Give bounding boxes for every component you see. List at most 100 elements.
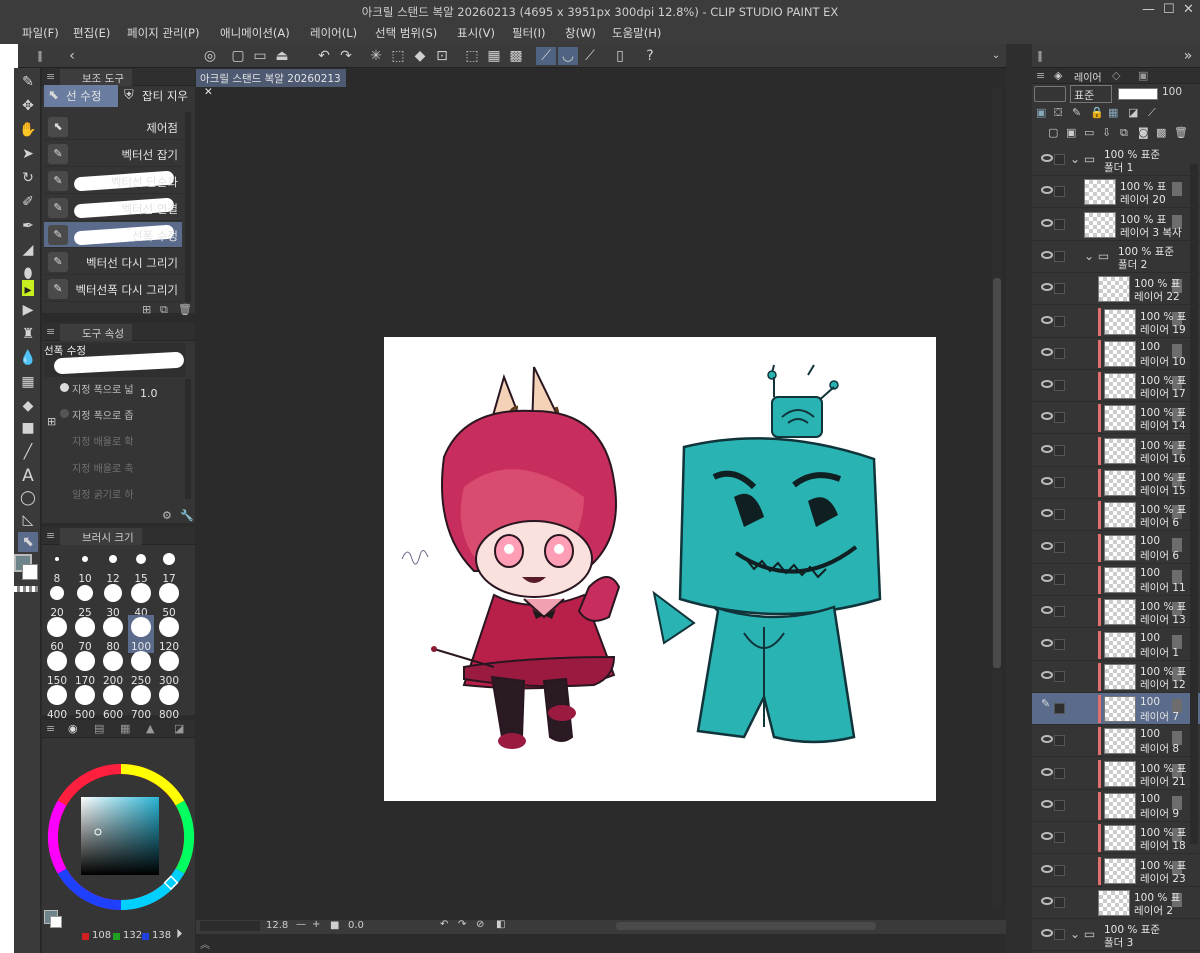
sub-tool-item[interactable]: ⬉ 제어점 [44, 114, 182, 140]
trash-icon[interactable]: 🗑 [178, 303, 192, 316]
eye-icon[interactable] [1041, 315, 1053, 324]
eye-icon[interactable] [1041, 444, 1053, 453]
layer-lock-toggle[interactable] [1054, 735, 1065, 747]
layer-row[interactable]: 100 % 표 레이어 2 [1032, 887, 1200, 919]
open-file-icon[interactable]: ▭ [250, 47, 270, 65]
close-icon[interactable]: ✕ [1183, 2, 1194, 17]
layer-lock-toggle[interactable] [1054, 896, 1065, 908]
operation-icon[interactable]: ➤ [18, 144, 38, 164]
color-slider-tab-icon[interactable]: ▤ [94, 722, 104, 735]
save-icon[interactable]: ⏏ [272, 47, 292, 65]
brush-size-70[interactable]: 70 [72, 615, 98, 653]
layer-property-tab-icon[interactable]: ◇ [1112, 69, 1120, 82]
add-icon[interactable]: ⊞ [142, 303, 151, 316]
layer-row[interactable]: 100 레이어 6 [1032, 532, 1200, 564]
clip-studio-icon[interactable]: ◎ [200, 47, 220, 65]
layer-lock-toggle[interactable] [1054, 703, 1065, 715]
menu-animation[interactable]: 애니메이션(A) [220, 25, 290, 41]
eye-icon[interactable] [1041, 250, 1053, 259]
merge-icon[interactable]: ⧉ [1120, 126, 1128, 140]
folder-icon[interactable]: ⌄ ▭ [1084, 249, 1109, 263]
pen-icon[interactable]: ✎ [1041, 697, 1053, 710]
highlight-icon[interactable]: ▸ [22, 280, 34, 298]
brush-size-20[interactable]: 20 [44, 581, 70, 619]
stamp-icon[interactable]: ♜ [18, 324, 38, 344]
eye-icon[interactable] [1041, 606, 1053, 615]
layer-lock-toggle[interactable] [1054, 477, 1065, 488]
layer-lock-toggle[interactable] [1054, 670, 1065, 682]
eye-icon[interactable] [1041, 509, 1053, 518]
transparent-color-swatch[interactable] [14, 586, 38, 592]
sub-color-swatch[interactable] [22, 564, 38, 580]
fit-icon[interactable]: ■ [330, 920, 339, 931]
menu-window[interactable]: 창(W) [565, 25, 596, 41]
menu-view[interactable]: 표시(V) [457, 25, 495, 41]
lasso-icon[interactable]: ↻ [18, 168, 38, 188]
text-icon[interactable]: A [18, 466, 38, 486]
panel-menu-icon[interactable]: ≡ [1036, 69, 1045, 82]
reference-icon[interactable]: ⛋ [1054, 106, 1062, 120]
draft-icon[interactable]: ✎ [1072, 106, 1081, 119]
redo-icon[interactable]: ↷ [336, 47, 356, 65]
eye-icon[interactable] [1041, 929, 1053, 938]
clear-icon[interactable]: ✳ [366, 47, 386, 65]
eye-icon[interactable] [1041, 412, 1053, 421]
layer-folder-row[interactable]: ⌄ ▭ 100 % 표준 폴더 3 [1032, 919, 1200, 952]
panel-menu-icon[interactable]: ≡ [46, 722, 55, 735]
eye-icon[interactable] [1041, 218, 1053, 227]
invert-selection-icon[interactable]: ▦ [484, 47, 504, 65]
brush-size-170[interactable]: 170 [72, 649, 98, 687]
layer-lock-toggle[interactable] [1054, 347, 1065, 359]
layer-row[interactable]: 100 % 표 레이어 22 [1032, 273, 1200, 306]
color-mode-icon[interactable]: ⏵ [176, 927, 183, 942]
layer-lock-toggle[interactable] [1054, 412, 1065, 424]
fill-icon[interactable]: ◆ [410, 47, 430, 65]
brush-size-200[interactable]: 200 [100, 649, 126, 687]
ruler-icon[interactable]: ⟋ [1148, 106, 1156, 120]
eye-icon[interactable] [1041, 347, 1053, 356]
lock-icon[interactable]: 🔒 [1090, 106, 1104, 119]
new-raster-layer-icon[interactable]: ▢ [1048, 126, 1058, 139]
layer-lock-toggle[interactable] [1054, 218, 1065, 230]
layer-color-select[interactable] [1034, 86, 1066, 102]
balloon-icon[interactable]: ◯ [18, 488, 38, 508]
layer-lock-toggle[interactable] [1054, 864, 1065, 876]
pen-icon[interactable]: ✎ [18, 72, 38, 92]
menu-layer[interactable]: 레이어(L) [310, 25, 357, 41]
layer-row[interactable]: 100 % 표 레이어 6 [1032, 499, 1200, 532]
brush-size-25[interactable]: 25 [72, 581, 98, 619]
brush-size-17[interactable]: 17 [156, 547, 182, 585]
maximize-icon[interactable]: ☐ [1163, 2, 1175, 17]
zoom-out-icon[interactable]: — [296, 919, 306, 930]
eye-icon[interactable] [1041, 767, 1053, 776]
transfer-icon[interactable]: ⇩ [1102, 126, 1111, 139]
undo-icon[interactable]: ↶ [314, 47, 334, 65]
line-icon[interactable]: ╱ [18, 442, 38, 462]
radio-on-icon[interactable] [60, 383, 69, 392]
expand-icon[interactable]: ︽ [200, 936, 210, 951]
scrollbar[interactable] [185, 379, 191, 499]
layer-folder-row[interactable]: ⌄ ▭ 100 % 표준 폴더 1 [1032, 144, 1200, 176]
layer-row[interactable]: 100 % 표 레이어 12 [1032, 661, 1200, 693]
eye-icon[interactable] [1041, 832, 1053, 841]
layer-row[interactable]: 100 % 표 레이어 23 [1032, 855, 1200, 887]
brush-size-8[interactable]: 8 [44, 547, 70, 585]
duplicate-icon[interactable]: ⧉ [160, 303, 168, 317]
layer-row[interactable]: 100 레이어 9 [1032, 790, 1200, 822]
brush-size-15[interactable]: 15 [128, 547, 154, 585]
brush-size-60[interactable]: 60 [44, 615, 70, 653]
menu-help[interactable]: 도움말(H) [612, 25, 661, 41]
brush-size-80[interactable]: 80 [100, 615, 126, 653]
rotate-right-icon[interactable]: ↷ [458, 919, 466, 930]
brush-size-40[interactable]: 40 [128, 581, 154, 619]
eye-icon[interactable] [1041, 670, 1053, 679]
layer-lock-toggle[interactable] [1054, 315, 1065, 327]
sub-tool-item[interactable]: ✎ 벡터선 단순화 [44, 168, 182, 194]
color-wheel-tab-icon[interactable]: ◉ [68, 722, 78, 735]
navigator-tab-icon[interactable]: ▣ [1138, 69, 1148, 82]
layer-lock-toggle[interactable] [1054, 606, 1065, 618]
layer-lock-toggle[interactable] [1054, 832, 1065, 844]
tool-property-title[interactable]: 도구 속성 [60, 324, 132, 341]
brush-size-10[interactable]: 10 [72, 547, 98, 585]
layer-row[interactable]: 100 % 표 레이어 15 [1032, 467, 1200, 499]
